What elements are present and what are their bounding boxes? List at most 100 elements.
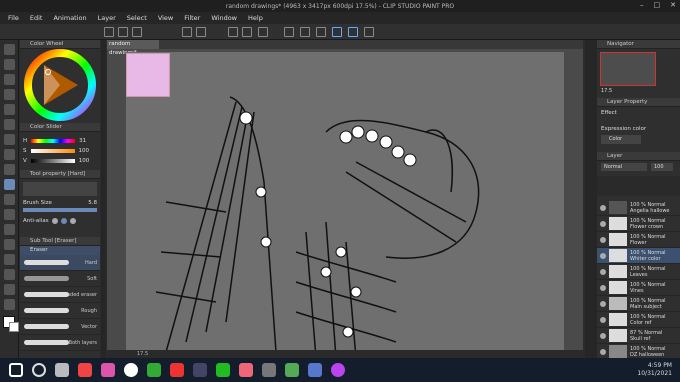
brush-item-hard[interactable]: Hard: [20, 255, 100, 271]
brush-item-soft[interactable]: Soft: [20, 271, 100, 287]
visibility-eye-icon[interactable]: [600, 332, 606, 339]
task-view-icon[interactable]: [55, 363, 69, 377]
visibility-eye-icon[interactable]: [600, 268, 606, 275]
brush-item-kneaded[interactable]: Kneaded eraser: [20, 287, 100, 303]
saturation-slider[interactable]: [30, 149, 75, 153]
brush-size-value[interactable]: 5.8: [88, 200, 97, 206]
menu-select[interactable]: Select: [127, 14, 147, 22]
balloon-tool-icon[interactable]: [3, 269, 15, 280]
brush-item-both-layers[interactable]: Both layers: [20, 335, 100, 351]
save-icon[interactable]: [132, 27, 142, 37]
search-icon[interactable]: [32, 363, 46, 377]
navigator-preview[interactable]: [600, 52, 656, 86]
hand-tool-icon[interactable]: [3, 59, 15, 70]
status-zoom[interactable]: 17.5: [137, 351, 148, 357]
menu-animation[interactable]: Animation: [53, 14, 86, 22]
anti-alias-medium-icon[interactable]: [69, 218, 76, 224]
close-button[interactable]: ✕: [670, 1, 676, 9]
sub-color-swatch[interactable]: [9, 322, 19, 332]
text-tool-icon[interactable]: [3, 254, 15, 265]
visibility-eye-icon[interactable]: [600, 204, 606, 211]
minecraft-icon[interactable]: [285, 363, 299, 377]
visibility-eye-icon[interactable]: [600, 300, 606, 307]
brush-tool-icon[interactable]: [3, 149, 15, 160]
opacity-field[interactable]: 100: [651, 163, 673, 171]
app-icon[interactable]: [101, 363, 115, 377]
canvas[interactable]: [126, 52, 564, 358]
menu-edit[interactable]: Edit: [30, 14, 43, 22]
correct-line-tool-icon[interactable]: [3, 299, 15, 310]
selection-tool-icon[interactable]: [3, 89, 15, 100]
app-icon[interactable]: [124, 363, 138, 377]
deselect-icon[interactable]: [300, 27, 310, 37]
system-clock[interactable]: 4:59 PM 10/31/2021: [637, 362, 672, 378]
anti-alias-none-icon[interactable]: [51, 218, 58, 224]
figure-tool-icon[interactable]: [3, 239, 15, 250]
app-icon[interactable]: [147, 363, 161, 377]
visibility-eye-icon[interactable]: [600, 220, 606, 227]
menu-file[interactable]: File: [8, 14, 19, 22]
gradient-tool-icon[interactable]: [3, 224, 15, 235]
clip-studio-icon[interactable]: [193, 363, 207, 377]
ruler-tool-icon[interactable]: [3, 284, 15, 295]
anti-alias-weak-icon[interactable]: [60, 218, 67, 224]
app-icon[interactable]: [170, 363, 184, 377]
menu-layer[interactable]: Layer: [98, 14, 116, 22]
invert-selection-icon[interactable]: [316, 27, 326, 37]
layer-row[interactable]: 100 % Normal Main subject: [597, 296, 680, 312]
visibility-eye-icon[interactable]: [600, 316, 606, 323]
layer-row-selected[interactable]: 100 % Normal Whiter color: [597, 248, 680, 264]
zoom-tool-icon[interactable]: [3, 44, 15, 55]
airbrush-tool-icon[interactable]: [3, 164, 15, 175]
new-icon[interactable]: [104, 27, 114, 37]
brush-size-slider[interactable]: [23, 208, 97, 212]
layer-row[interactable]: 100 % Normal Color ref: [597, 312, 680, 328]
grid-icon[interactable]: [364, 27, 374, 37]
blend-tool-icon[interactable]: [3, 194, 15, 205]
menu-view[interactable]: View: [158, 14, 173, 22]
navigator-zoom[interactable]: 17.5: [601, 88, 612, 94]
document-tab[interactable]: random drawings*: [107, 40, 159, 56]
layer-row[interactable]: 100 % Normal Flower: [597, 232, 680, 248]
app-icon[interactable]: [216, 363, 230, 377]
snap-ruler-icon[interactable]: [348, 27, 358, 37]
windows-start-icon[interactable]: [9, 363, 23, 377]
visibility-eye-icon[interactable]: [600, 236, 606, 243]
hue-slider[interactable]: [31, 139, 76, 143]
visibility-eye-icon[interactable]: [600, 252, 606, 259]
blend-mode-select[interactable]: Normal: [601, 163, 647, 171]
eraser-tool-icon[interactable]: [3, 179, 15, 190]
value-slider[interactable]: [30, 159, 75, 163]
app-icon[interactable]: [239, 363, 253, 377]
minimize-button[interactable]: –: [640, 1, 644, 9]
undo-icon[interactable]: [182, 27, 192, 37]
maximize-button[interactable]: □: [654, 1, 661, 9]
pen-tool-icon[interactable]: [3, 119, 15, 130]
snap-icon[interactable]: [332, 27, 342, 37]
menu-filter[interactable]: Filter: [184, 14, 200, 22]
redo-icon[interactable]: [196, 27, 206, 37]
transform-icon[interactable]: [284, 27, 294, 37]
visibility-eye-icon[interactable]: [600, 284, 606, 291]
move-tool-icon[interactable]: [3, 74, 15, 85]
pencil-tool-icon[interactable]: [3, 134, 15, 145]
layer-row[interactable]: 87 % Normal Skull ref: [597, 328, 680, 344]
trash-icon[interactable]: [258, 27, 268, 37]
main-color-swatch[interactable]: [3, 316, 19, 332]
menu-window[interactable]: Window: [211, 14, 237, 22]
layer-row[interactable]: 100 % Normal Leaves: [597, 264, 680, 280]
expression-color-select[interactable]: Color: [601, 135, 641, 144]
eyedropper-tool-icon[interactable]: [3, 104, 15, 115]
open-icon[interactable]: [118, 27, 128, 37]
layer-row[interactable]: 100 % Normal Vines: [597, 280, 680, 296]
menu-help[interactable]: Help: [248, 14, 263, 22]
app-icon[interactable]: [262, 363, 276, 377]
brush-item-rough[interactable]: Rough: [20, 303, 100, 319]
visibility-eye-icon[interactable]: [600, 348, 606, 355]
fill-tool-icon[interactable]: [3, 209, 15, 220]
color-wheel[interactable]: [20, 49, 100, 123]
sub-tool-group-eraser[interactable]: Eraser: [20, 246, 100, 255]
clear-icon[interactable]: [228, 27, 238, 37]
layer-row[interactable]: 100 % Normal Angelia hallowe: [597, 200, 680, 216]
app-icon[interactable]: [331, 363, 345, 377]
